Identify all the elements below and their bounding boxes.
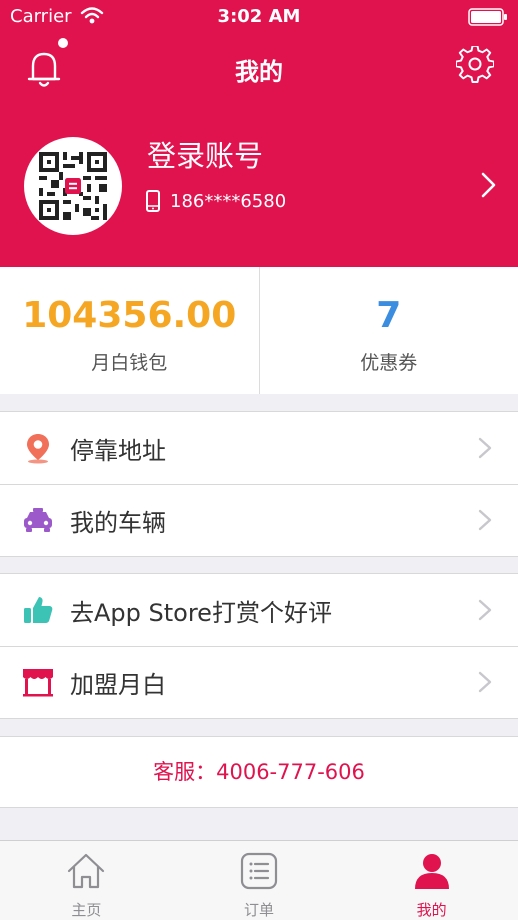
car-icon: [24, 508, 52, 532]
avatar-qr-code[interactable]: [24, 137, 122, 235]
location-pin-icon: [27, 434, 49, 464]
qr-code-icon: [39, 152, 107, 220]
profile-header: Carrier 3:02 AM 我的 登录账号 186****6580: [0, 0, 518, 267]
battery-icon: [468, 8, 507, 26]
chevron-right-icon: [478, 509, 492, 531]
storefront-icon: [23, 669, 53, 697]
status-bar: Carrier 3:02 AM: [0, 0, 518, 34]
menu-group-vehicle: 停靠地址 我的车辆: [0, 411, 518, 557]
menu-item-label: 去App Store打赏个好评: [70, 598, 332, 627]
menu-item-join-yuebai[interactable]: 加盟月白: [0, 646, 518, 718]
menu-item-my-vehicles[interactable]: 我的车辆: [0, 484, 518, 556]
profile-icon: [414, 854, 449, 889]
notification-dot: [58, 38, 68, 48]
phone-number-row: 186****6580: [146, 188, 286, 214]
home-icon: [68, 853, 105, 889]
menu-item-label: 我的车辆: [70, 508, 166, 537]
order-list-icon: [240, 852, 278, 890]
wallet-stat[interactable]: 104356.00 月白钱包: [0, 267, 259, 394]
menu-group-more: 去App Store打赏个好评 加盟月白: [0, 573, 518, 719]
chevron-right-icon: [478, 671, 492, 693]
coupon-stat[interactable]: 7 优惠券: [258, 267, 518, 394]
wallet-balance: 104356.00: [22, 295, 237, 336]
chevron-right-icon[interactable]: [480, 172, 496, 198]
menu-item-label: 停靠地址: [70, 436, 166, 465]
tab-label: 我的: [416, 901, 447, 919]
tab-orders[interactable]: 订单: [173, 841, 346, 920]
coupon-label: 优惠券: [360, 352, 418, 374]
mobile-phone-icon: [146, 190, 160, 212]
phone-number: 186****6580: [170, 190, 287, 212]
coupon-count: 7: [376, 295, 402, 336]
status-time: 3:02 AM: [217, 6, 301, 27]
tab-label: 主页: [71, 901, 102, 919]
login-account-link[interactable]: 登录账号: [147, 133, 263, 175]
chevron-right-icon: [478, 599, 492, 621]
customer-service-hotline[interactable]: 客服：4006-777-606: [0, 736, 518, 808]
menu-item-app-store-review[interactable]: 去App Store打赏个好评: [0, 574, 518, 646]
page-title: 我的: [235, 58, 283, 86]
tab-home[interactable]: 主页: [0, 841, 173, 920]
account-stats: 104356.00 月白钱包 7 优惠券: [0, 267, 518, 394]
gear-icon[interactable]: [456, 46, 494, 84]
menu-item-parking-address[interactable]: 停靠地址: [0, 412, 518, 484]
tab-label: 订单: [244, 901, 275, 919]
menu-item-label: 加盟月白: [70, 670, 166, 699]
tab-bar: 主页 订单 我的: [0, 840, 518, 920]
chevron-right-icon: [478, 437, 492, 459]
wallet-label: 月白钱包: [91, 352, 168, 374]
tab-profile[interactable]: 我的: [345, 841, 518, 920]
thumbs-up-icon: [24, 597, 53, 623]
